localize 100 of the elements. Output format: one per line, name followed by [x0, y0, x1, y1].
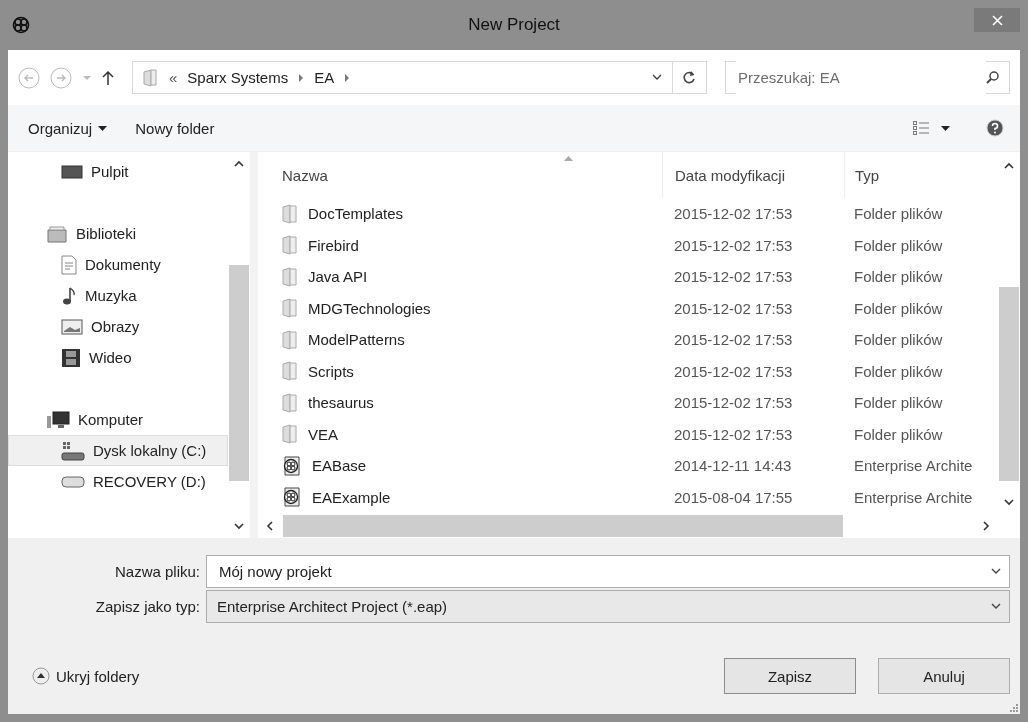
- organize-button[interactable]: Organizuj: [20, 117, 116, 139]
- app-logo-icon: [12, 16, 30, 34]
- file-name[interactable]: EAExample: [312, 488, 391, 506]
- scrollbar-thumb[interactable]: [283, 515, 843, 537]
- file-name[interactable]: Firebird: [308, 236, 359, 254]
- file-name[interactable]: ModelPatterns: [308, 331, 405, 349]
- table-cell: 2015-12-02 17:53: [674, 236, 793, 254]
- table-cell: Folder plików: [854, 299, 943, 317]
- table-cell: 2015-12-02 17:53: [674, 299, 793, 317]
- hide-folders-button[interactable]: Ukryj foldery: [32, 667, 140, 685]
- dropdown-icon: [991, 568, 1001, 575]
- scrollbar-thumb[interactable]: [229, 265, 249, 481]
- caret-icon[interactable]: [941, 125, 950, 131]
- sidebar-item[interactable]: Muzyka: [8, 280, 228, 311]
- music-note-icon: [61, 285, 77, 306]
- table-cell: 2015-12-02 17:53: [674, 205, 793, 223]
- drive-icon: [61, 475, 85, 488]
- window-title: New Project: [468, 15, 560, 35]
- table-cell: Folder plików: [854, 331, 943, 349]
- up-arrow-icon[interactable]: [102, 69, 114, 86]
- film-icon: [61, 347, 81, 368]
- view-options-icon[interactable]: [913, 121, 929, 135]
- scroll-up-icon[interactable]: [234, 160, 244, 167]
- file-name[interactable]: VEA: [308, 425, 338, 443]
- scroll-down-icon[interactable]: [234, 523, 244, 530]
- scroll-up-icon[interactable]: [1004, 162, 1014, 169]
- sidebar-item[interactable]: RECOVERY (D:): [8, 466, 228, 497]
- sidebar-item[interactable]: Pulpit: [8, 156, 228, 187]
- file-name[interactable]: MDGTechnologies: [308, 299, 431, 317]
- table-cell: Folder plików: [854, 425, 943, 443]
- monitor-icon: [61, 163, 83, 180]
- file-name[interactable]: DocTemplates: [308, 205, 404, 223]
- table-cell: 2014-12-11 14:43: [674, 457, 792, 475]
- field-label: Zapisz jako typ:: [94, 598, 201, 615]
- table-cell: 2015-12-02 17:53: [674, 331, 793, 349]
- breadcrumb[interactable]: «: [169, 69, 178, 86]
- field-label: Nazwa pliku:: [113, 563, 201, 580]
- close-button[interactable]: [974, 8, 1020, 32]
- library-icon: [46, 224, 68, 243]
- table-cell: Folder plików: [854, 394, 943, 412]
- sidebar-item[interactable]: Komputer: [8, 404, 228, 435]
- drive-icon: [61, 440, 85, 461]
- sidebar-item[interactable]: Dysk lokalny (C:): [8, 435, 228, 466]
- breadcrumb[interactable]: Sparx Systems: [187, 69, 289, 86]
- column-header[interactable]: Data modyfikacji: [662, 152, 844, 198]
- new-folder-button[interactable]: Nowy folder: [127, 117, 223, 139]
- column-header[interactable]: Nazwa: [258, 152, 662, 198]
- help-icon[interactable]: [986, 119, 1004, 137]
- folder-icon: [143, 68, 159, 87]
- file-name[interactable]: EABase: [312, 457, 367, 475]
- folder-icon: [282, 424, 298, 445]
- table-cell: 2015-12-02 17:53: [674, 394, 793, 412]
- file-name[interactable]: Java API: [308, 268, 368, 286]
- sidebar-item[interactable]: Dokumenty: [8, 249, 228, 280]
- sidebar-item[interactable]: Wideo: [8, 342, 228, 373]
- file-name[interactable]: thesaurus: [308, 394, 374, 412]
- close-icon: [991, 14, 1003, 26]
- address-bar[interactable]: « Sparx Systems EA: [132, 61, 707, 94]
- scroll-left-icon[interactable]: [266, 521, 273, 531]
- computer-icon: [46, 410, 70, 429]
- folder-icon: [282, 298, 298, 319]
- table-cell: 2015-12-02 17:53: [674, 425, 793, 443]
- collapse-icon: [32, 667, 50, 685]
- sort-arrow-icon: [564, 156, 573, 161]
- folder-icon: [282, 203, 298, 224]
- table-cell: Folder plików: [854, 236, 943, 254]
- breadcrumb[interactable]: EA: [314, 69, 335, 86]
- dropdown-icon: [991, 603, 1001, 610]
- sidebar-item[interactable]: Obrazy: [8, 311, 228, 342]
- cancel-button[interactable]: Anuluj: [878, 658, 1010, 694]
- table-cell: Enterprise Archite: [854, 488, 973, 506]
- table-cell: 2015-12-02 17:53: [674, 362, 793, 380]
- scroll-right-icon[interactable]: [983, 521, 990, 531]
- chevron-icon[interactable]: [298, 73, 305, 82]
- folder-icon: [282, 266, 298, 287]
- folder-icon: [282, 361, 298, 382]
- scroll-down-icon[interactable]: [1004, 499, 1014, 506]
- picture-icon: [61, 318, 83, 335]
- caret-icon: [98, 125, 108, 131]
- folder-icon: [282, 235, 298, 256]
- folder-icon: [282, 329, 298, 350]
- resize-grip-icon[interactable]: [1010, 704, 1018, 712]
- sidebar-item[interactable]: Biblioteki: [8, 218, 228, 249]
- project-file-icon: [282, 487, 302, 508]
- project-file-icon: [282, 455, 302, 476]
- file-type-dropdown[interactable]: Enterprise Architect Project (*.eap): [206, 590, 1010, 623]
- refresh-icon[interactable]: [683, 70, 696, 85]
- table-cell: Enterprise Archite: [854, 457, 973, 475]
- search-icon: [986, 71, 999, 84]
- file-name[interactable]: Scripts: [308, 362, 354, 380]
- scrollbar-thumb[interactable]: [999, 287, 1019, 481]
- folder-icon: [282, 392, 298, 413]
- chevron-icon[interactable]: [344, 73, 351, 82]
- table-cell: Folder plików: [854, 268, 943, 286]
- table-cell: 2015-12-02 17:53: [674, 268, 793, 286]
- table-cell: Folder plików: [854, 362, 943, 380]
- table-cell: Folder plików: [854, 205, 943, 223]
- table-cell: 2015-08-04 17:55: [674, 488, 793, 506]
- dropdown-icon[interactable]: [652, 74, 662, 81]
- save-button[interactable]: Zapisz: [724, 658, 856, 694]
